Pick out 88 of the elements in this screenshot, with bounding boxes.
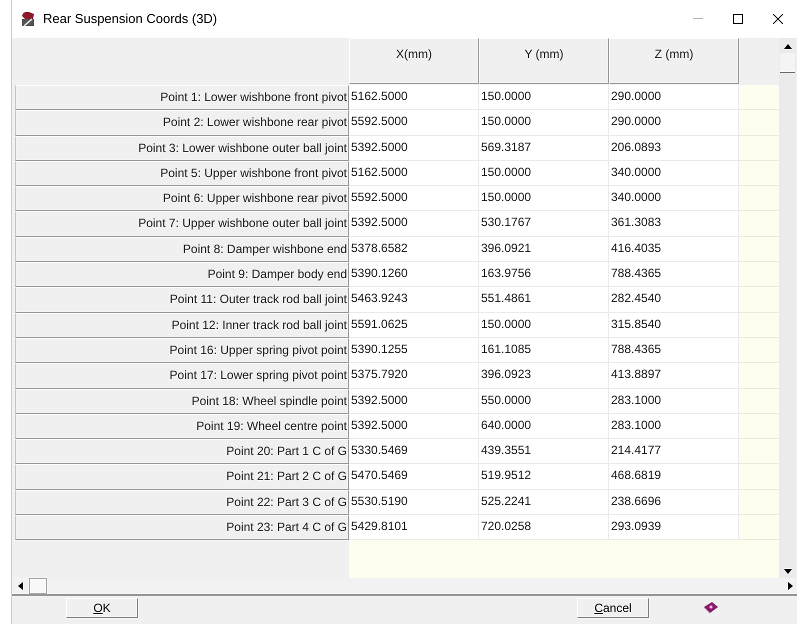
table-cell: 206.0893 — [609, 136, 739, 161]
row-header[interactable]: Point 2: Lower wishbone rear pivot — [15, 110, 349, 136]
scroll-thumb[interactable] — [29, 578, 47, 594]
table-cell: 396.0921 — [479, 236, 609, 262]
table-cell: 551.4861 — [479, 287, 609, 313]
table-cell: 315.8540 — [609, 312, 739, 338]
table-cell: 416.4035 — [609, 236, 739, 262]
table-cell: 150.0000 — [479, 160, 609, 186]
table-cell: 5392.5000 — [349, 388, 479, 414]
table-cell: 640.0000 — [479, 414, 609, 440]
table-cell: 5162.5000 — [349, 85, 479, 110]
table-cell: 5392.5000 — [349, 136, 479, 161]
row-header[interactable]: Point 3: Lower wishbone outer ball joint — [15, 136, 349, 161]
table-cell: 5162.5000 — [349, 160, 479, 186]
table-cell: 5392.5000 — [349, 414, 479, 440]
left-arrow-icon[interactable] — [18, 582, 23, 590]
table-cell: 340.0000 — [609, 160, 739, 186]
table-cell: 5378.6582 — [349, 236, 479, 262]
table-cell: 5470.5469 — [349, 464, 479, 490]
row-header[interactable]: Point 6: Upper wishbone rear pivot — [15, 186, 349, 212]
table-cell: 5429.8101 — [349, 515, 479, 540]
row-header[interactable]: Point 18: Wheel spindle point — [15, 388, 349, 414]
table-cell: 214.4177 — [609, 439, 739, 464]
table-cell: 788.4365 — [609, 338, 739, 364]
app-icon — [19, 10, 37, 28]
row-header[interactable]: Point 20: Part 1 C of G — [15, 439, 349, 464]
row-header[interactable]: Point 8: Damper wishbone end — [15, 236, 349, 262]
table-cell: 5530.5190 — [349, 490, 479, 516]
table-cell: 530.1767 — [479, 211, 609, 237]
window-title: Rear Suspension Coords (3D) — [43, 10, 218, 28]
table-cell: 525.2241 — [479, 490, 609, 516]
close-icon[interactable] — [773, 14, 783, 24]
table-cell: 519.9512 — [479, 464, 609, 490]
table-cell: 163.9756 — [479, 262, 609, 288]
table-cell: 5390.1260 — [349, 262, 479, 288]
up-arrow-icon[interactable] — [784, 44, 792, 49]
table-cell: 150.0000 — [479, 110, 609, 136]
table-cell: 788.4365 — [609, 262, 739, 288]
table-cell: 468.6819 — [609, 464, 739, 490]
table-cell: 439.3551 — [479, 439, 609, 464]
table-cell: 238.6696 — [609, 490, 739, 516]
down-arrow-icon[interactable] — [784, 569, 792, 574]
table-cell: 5592.5000 — [349, 186, 479, 212]
table-cell: 290.0000 — [609, 110, 739, 136]
table-cell: 150.0000 — [479, 312, 609, 338]
row-header[interactable]: Point 9: Damper body end — [15, 262, 349, 288]
row-header[interactable]: Point 5: Upper wishbone front pivot — [15, 160, 349, 186]
table-cell: 361.3083 — [609, 211, 739, 237]
table-cell: 283.1000 — [609, 388, 739, 414]
table-cell: 290.0000 — [609, 85, 739, 110]
column-header[interactable]: Z (mm) — [609, 38, 739, 84]
maximize-icon[interactable] — [733, 14, 743, 24]
table-cell: 413.8897 — [609, 363, 739, 389]
table-cell: 720.0258 — [479, 515, 609, 540]
help-book-icon[interactable] — [703, 601, 719, 615]
row-header[interactable]: Point 17: Lower spring pivot point — [15, 363, 349, 389]
row-header[interactable]: Point 23: Part 4 C of G — [15, 515, 349, 540]
table-cell: 282.4540 — [609, 287, 739, 313]
row-header[interactable]: Point 12: Inner track rod ball joint — [15, 312, 349, 338]
table-cell: 5591.0625 — [349, 312, 479, 338]
scroll-thumb[interactable] — [780, 53, 795, 73]
table-cell: 5390.1255 — [349, 338, 479, 364]
table-cell: 293.0939 — [609, 515, 739, 540]
table-cell: 150.0000 — [479, 85, 609, 110]
row-header[interactable]: Point 11: Outer track rod ball joint — [15, 287, 349, 313]
table-cell: 340.0000 — [609, 186, 739, 212]
table-cell: 550.0000 — [479, 388, 609, 414]
table-cell: 396.0923 — [479, 363, 609, 389]
row-header[interactable]: Point 22: Part 3 C of G — [15, 490, 349, 516]
row-header[interactable]: Point 19: Wheel centre point — [15, 414, 349, 440]
ok-button[interactable]: OK — [66, 598, 138, 618]
table-cell: 150.0000 — [479, 186, 609, 212]
table-cell: 5330.5469 — [349, 439, 479, 464]
column-header[interactable]: X(mm) — [349, 38, 479, 84]
row-header[interactable]: Point 1: Lower wishbone front pivot — [15, 85, 349, 110]
table-cell: 5463.9243 — [349, 287, 479, 313]
table-cell: 283.1000 — [609, 414, 739, 440]
table-cell: 5375.7920 — [349, 363, 479, 389]
table-cell: 5592.5000 — [349, 110, 479, 136]
cancel-button[interactable]: Cancel — [577, 598, 649, 618]
column-header[interactable]: Y (mm) — [479, 38, 609, 84]
row-header[interactable]: Point 7: Upper wishbone outer ball joint — [15, 211, 349, 237]
table-cell: 569.3187 — [479, 136, 609, 161]
right-arrow-icon[interactable] — [788, 582, 793, 590]
row-header[interactable]: Point 16: Upper spring pivot point — [15, 338, 349, 364]
row-header[interactable]: Point 21: Part 2 C of G — [15, 464, 349, 490]
table-cell: 161.1085 — [479, 338, 609, 364]
table-cell: 5392.5000 — [349, 211, 479, 237]
